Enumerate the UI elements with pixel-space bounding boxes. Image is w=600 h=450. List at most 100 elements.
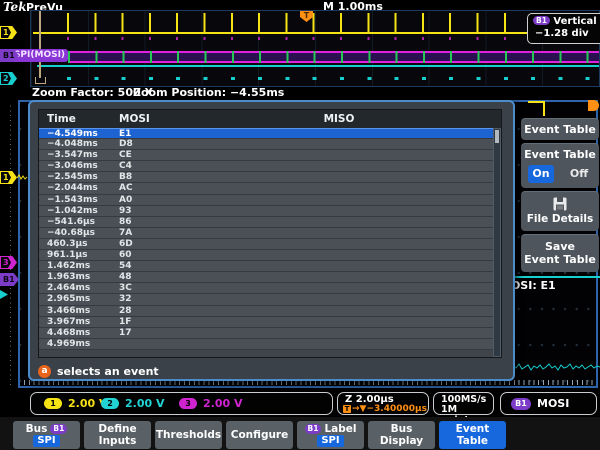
b1-badge: B1 bbox=[304, 424, 322, 434]
b1-badge: B1 bbox=[50, 424, 68, 434]
vertical-position-badge: B1 Vertical −1.28 div bbox=[527, 13, 600, 44]
cell-mosi: CE bbox=[119, 150, 132, 161]
ch2-pill: 2 bbox=[101, 398, 119, 409]
table-row[interactable]: −1.042ms 93 bbox=[39, 205, 493, 217]
table-row[interactable]: 1.963ms 48 bbox=[39, 272, 493, 284]
cell-time: 4.468ms bbox=[47, 327, 91, 338]
bus-marker-overview[interactable]: B1 bbox=[0, 49, 19, 62]
table-row[interactable]: −4.549ms E1 bbox=[39, 128, 493, 140]
ch3-pill: 3 bbox=[179, 398, 197, 409]
left-graticule-ticks bbox=[10, 102, 11, 385]
table-row[interactable]: −541.6µs 86 bbox=[39, 216, 493, 228]
cell-time: −2.044ms bbox=[47, 183, 98, 194]
ch2-marker-tip[interactable] bbox=[0, 290, 8, 299]
zoom-position-readout: Zoom Position: −4.55ms bbox=[133, 86, 285, 99]
cell-mosi: E1 bbox=[119, 129, 132, 139]
ch1-marker[interactable]: 1 bbox=[0, 171, 17, 184]
ch2-edge-dashes bbox=[67, 77, 599, 80]
ch1-trace-edge bbox=[543, 101, 545, 116]
table-row[interactable]: −40.68µs 7A bbox=[39, 227, 493, 239]
table-row[interactable]: 1.462ms 54 bbox=[39, 261, 493, 273]
table-row[interactable]: −3.046ms C4 bbox=[39, 161, 493, 173]
trigger-position-value: −3.40000µs bbox=[366, 404, 427, 414]
toggle-on-button[interactable]: On bbox=[528, 165, 554, 183]
event-table-rows: −4.549ms E1 −4.048ms D8 −3.547ms CE −3.046ms C4… bbox=[39, 128, 493, 357]
cell-time: −40.68µs bbox=[47, 227, 95, 238]
ch3-marker[interactable]: 3 bbox=[0, 256, 17, 269]
table-row[interactable]: 4.969ms bbox=[39, 338, 493, 350]
cell-time: −4.048ms bbox=[47, 139, 98, 150]
file-details-button[interactable]: File Details bbox=[521, 191, 599, 231]
table-row[interactable]: 3.967ms 1F bbox=[39, 316, 493, 328]
table-row[interactable]: −3.547ms CE bbox=[39, 150, 493, 162]
menu-label-button[interactable]: B1 Label SPI bbox=[297, 421, 364, 449]
table-row[interactable]: −2.545ms B8 bbox=[39, 172, 493, 184]
table-row[interactable]: 2.965ms 32 bbox=[39, 294, 493, 306]
table-row[interactable]: 460.3µs 6D bbox=[39, 238, 493, 251]
event-table-dialog: Time MOSI MISO −4.549ms E1 −4.048ms D8 −3.54… bbox=[28, 100, 515, 381]
side-menu-title: Event Table bbox=[521, 118, 599, 140]
cell-mosi: A0 bbox=[119, 194, 133, 205]
zoom-position-bracket bbox=[35, 77, 46, 84]
overview-waveform-window bbox=[30, 10, 600, 87]
knob-hint-text: selects an event bbox=[57, 365, 159, 378]
ch1-marker-overview[interactable]: 1 bbox=[0, 26, 17, 39]
cell-mosi: AC bbox=[119, 183, 133, 194]
table-row[interactable]: −2.044ms AC bbox=[39, 183, 493, 195]
ch2-marker-overview[interactable]: 2 bbox=[0, 72, 17, 85]
ch1-trace-stub bbox=[17, 174, 28, 180]
ch2-trace bbox=[37, 65, 599, 67]
menu-event-table-button[interactable]: Event Table bbox=[439, 421, 506, 449]
cell-time: 3.967ms bbox=[47, 316, 91, 327]
table-row[interactable]: 3.466ms 28 bbox=[39, 305, 493, 317]
cell-mosi: 60 bbox=[119, 250, 132, 261]
cell-time: 3.466ms bbox=[47, 305, 91, 316]
menu-bus-button[interactable]: Bus B1 SPI bbox=[13, 421, 80, 449]
table-row[interactable]: 4.468ms 17 bbox=[39, 327, 493, 339]
ch3-scale: 2.00 V bbox=[203, 397, 243, 410]
side-menu: Event Table Event Table On Off File Deta… bbox=[521, 118, 599, 274]
trigger-arrows: →▼ bbox=[352, 404, 367, 414]
cell-mosi: D8 bbox=[119, 139, 133, 150]
cell-time: −2.545ms bbox=[47, 172, 98, 183]
cell-time: −4.549ms bbox=[47, 129, 98, 139]
cell-time: −1.042ms bbox=[47, 205, 98, 216]
save-label-line1: Save bbox=[545, 240, 575, 253]
menu-define-inputs-button[interactable]: Define Inputs bbox=[84, 421, 151, 449]
table-row[interactable]: 961.1µs 60 bbox=[39, 250, 493, 262]
scrollbar-thumb[interactable] bbox=[495, 130, 499, 143]
column-header-time: Time bbox=[47, 113, 76, 125]
multipurpose-knob-a-icon: a bbox=[38, 365, 51, 378]
cell-time: −1.543ms bbox=[47, 194, 98, 205]
zoom-position-marker[interactable] bbox=[39, 11, 41, 78]
toggle-off-button[interactable]: Off bbox=[566, 165, 592, 183]
table-row[interactable]: −4.048ms D8 bbox=[39, 139, 493, 151]
menu-bus-display-button[interactable]: Bus Display bbox=[368, 421, 435, 449]
bus-label: SPI(MOSI) bbox=[11, 49, 68, 62]
cell-time: 4.969ms bbox=[47, 338, 91, 349]
menu-thresholds-button[interactable]: Thresholds bbox=[155, 421, 222, 449]
cell-time: 1.963ms bbox=[47, 272, 91, 283]
table-scrollbar[interactable] bbox=[493, 128, 501, 357]
ch2-scale: 2.00 V bbox=[125, 397, 165, 410]
table-row[interactable]: −1.543ms A0 bbox=[39, 194, 493, 206]
bottom-menu-bar: Bus B1 SPI Define Inputs Thresholds Confi… bbox=[0, 417, 600, 450]
cell-mosi: 48 bbox=[119, 272, 132, 283]
cell-mosi: 32 bbox=[119, 294, 132, 305]
table-row[interactable]: 2.464ms 3C bbox=[39, 283, 493, 295]
b1-badge: B1 bbox=[533, 16, 550, 25]
ch3-trace-dots bbox=[67, 37, 599, 40]
trigger-t-icon: T bbox=[343, 405, 351, 413]
tek-logo: Tek bbox=[3, 0, 27, 14]
cell-mosi: 93 bbox=[119, 205, 132, 216]
menu-configure-button[interactable]: Configure bbox=[226, 421, 293, 449]
save-event-table-button[interactable]: Save Event Table bbox=[521, 234, 599, 272]
bus-source-readout: B1 MOSI bbox=[500, 392, 597, 415]
label-value-pill: SPI bbox=[317, 435, 344, 447]
cell-mosi: 28 bbox=[119, 305, 132, 316]
cell-mosi: 3C bbox=[119, 283, 132, 294]
cell-time: −3.547ms bbox=[47, 150, 98, 161]
acquisition-readout: 100MS/s 1M points bbox=[433, 392, 494, 426]
bus-marker[interactable]: B1 bbox=[0, 273, 19, 286]
file-details-label: File Details bbox=[526, 213, 594, 225]
